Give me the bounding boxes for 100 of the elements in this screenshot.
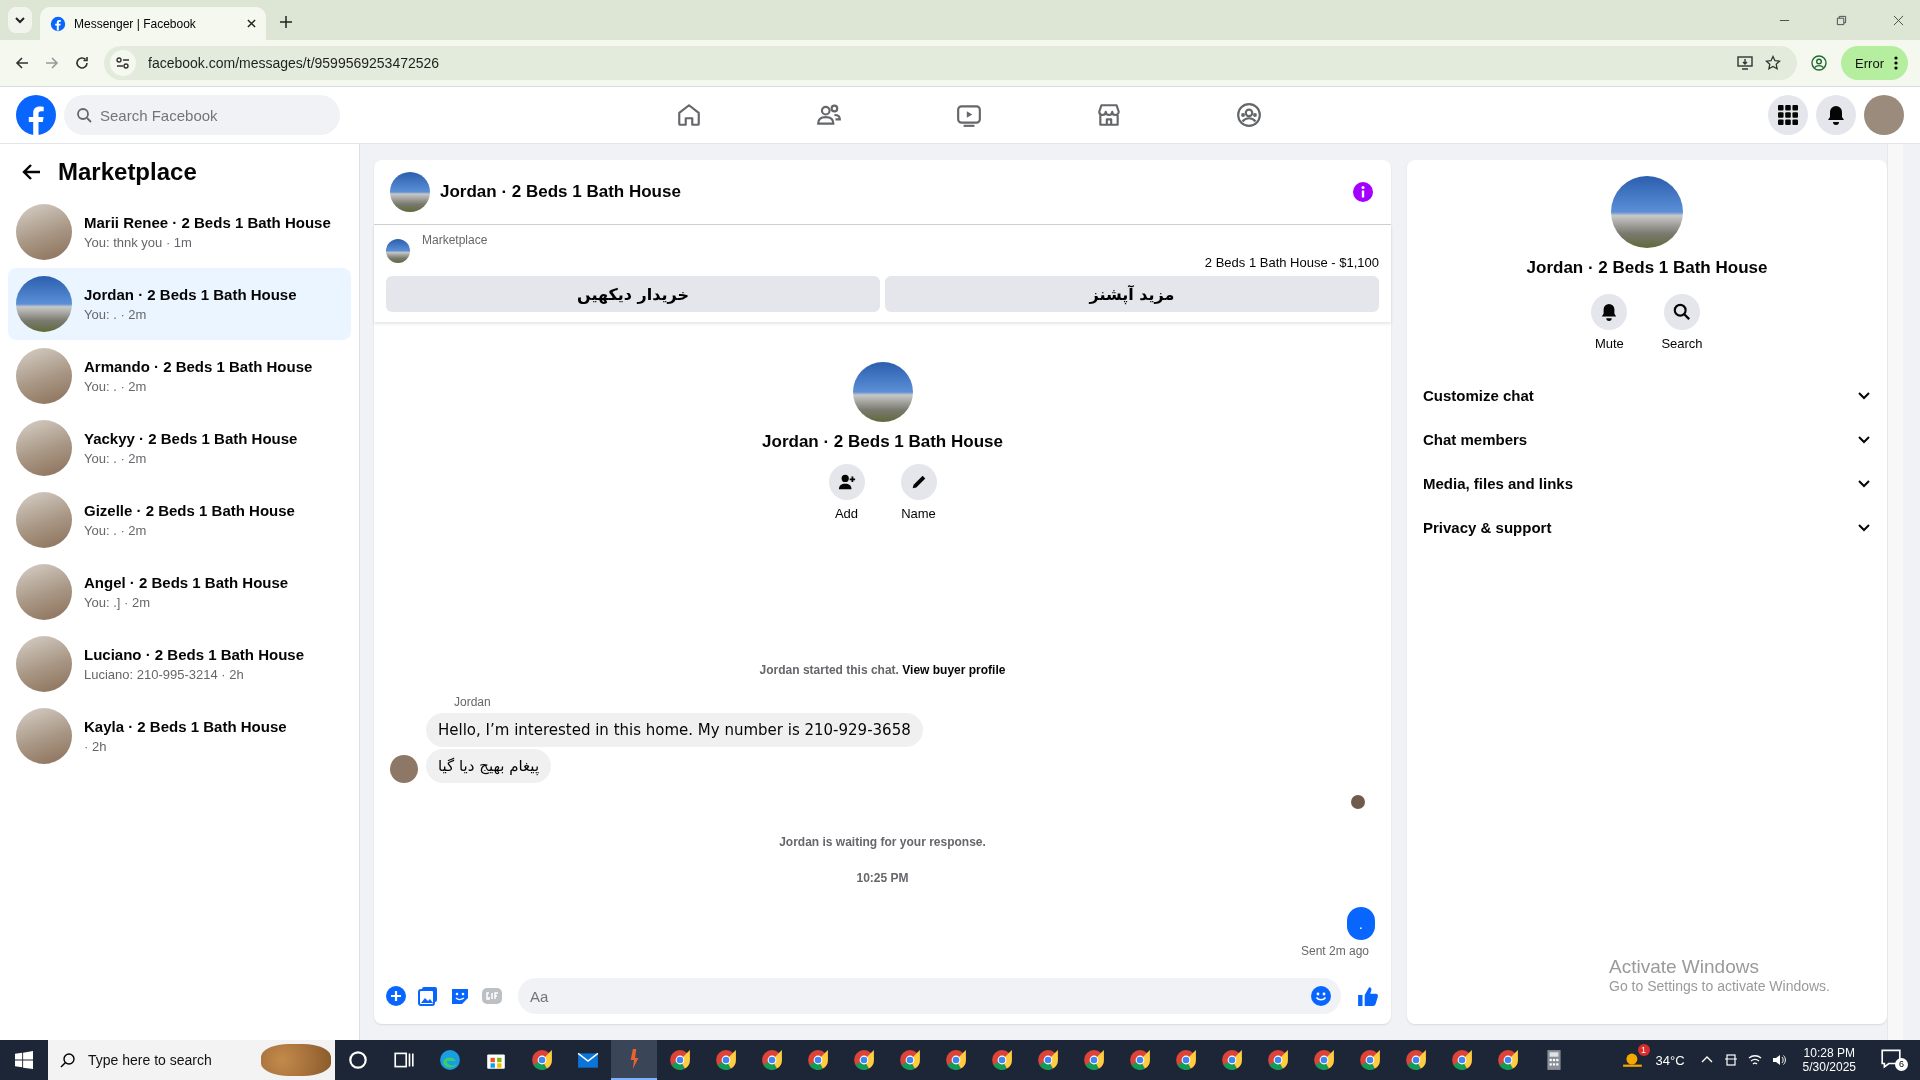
- friends-icon[interactable]: [816, 102, 842, 128]
- account-avatar[interactable]: [1864, 95, 1904, 135]
- edge-icon[interactable]: [439, 1049, 461, 1071]
- conversation-item[interactable]: Yackyy · 2 Beds 1 Bath House You: . · 2m: [8, 412, 351, 484]
- conversation-preview: You: . · 2m: [84, 379, 148, 394]
- mute-button[interactable]: [1591, 294, 1628, 330]
- chrome-icon[interactable]: [1037, 1049, 1059, 1071]
- conversation-preview: Luciano: 210-995-3214 · 2h: [84, 667, 245, 682]
- chrome-icon[interactable]: [761, 1049, 783, 1071]
- plus-icon[interactable]: [386, 986, 406, 1006]
- chrome-icon[interactable]: [807, 1049, 829, 1071]
- groups-icon[interactable]: [1236, 102, 1262, 128]
- photo-placeholder: [16, 276, 72, 332]
- chrome-icon[interactable]: [899, 1049, 921, 1071]
- thumbs-up-icon[interactable]: [1357, 985, 1379, 1007]
- sticker-icon[interactable]: [450, 986, 470, 1006]
- conversation-item[interactable]: Angel · 2 Beds 1 Bath House You: .] · 2m: [8, 556, 351, 628]
- chrome-icon[interactable]: [1451, 1049, 1473, 1071]
- conversation-name: Luciano · 2 Beds 1 Bath House: [84, 646, 305, 663]
- facebook-logo-icon[interactable]: [16, 95, 56, 135]
- chrome-icon[interactable]: [1267, 1049, 1289, 1071]
- conversation-item[interactable]: Marii Renee · 2 Beds 1 Bath House You: thnk you · 1m: [8, 196, 351, 268]
- profile-error-button[interactable]: Error: [1841, 46, 1908, 80]
- star-icon[interactable]: [1765, 55, 1782, 71]
- chrome-icon[interactable]: [1175, 1049, 1197, 1071]
- search-icon: [76, 107, 92, 123]
- edit-name-button[interactable]: [900, 464, 937, 500]
- volume-icon[interactable]: [1771, 1053, 1786, 1067]
- tab-list-button[interactable]: [8, 7, 32, 33]
- close-icon[interactable]: [1893, 14, 1904, 26]
- listing-label: Marketplace: [422, 233, 488, 247]
- photo-icon[interactable]: [418, 986, 438, 1006]
- delivery-status: Sent 2m ago: [1300, 944, 1369, 958]
- home-icon[interactable]: [676, 102, 702, 128]
- action-label: Add: [834, 506, 859, 521]
- info-icon[interactable]: [1353, 182, 1373, 202]
- site-settings-icon[interactable]: [110, 50, 136, 76]
- chrome-icon[interactable]: [715, 1049, 737, 1071]
- profile-icon[interactable]: [1811, 55, 1828, 71]
- listing-action-button[interactable]: خریدار دیکھیں: [386, 276, 880, 312]
- address-bar[interactable]: facebook.com/messages/t/9599569253472526: [104, 46, 1798, 80]
- notification-count: 6: [1895, 1058, 1908, 1071]
- action-label: Mute: [1594, 336, 1624, 351]
- chrome-icon[interactable]: [853, 1049, 875, 1071]
- chrome-icon[interactable]: [1221, 1049, 1243, 1071]
- chrome-icon[interactable]: [1359, 1049, 1381, 1071]
- conversation-preview: · 2h: [84, 739, 108, 754]
- scrollbar[interactable]: [1887, 144, 1903, 1040]
- message-field[interactable]: Aa: [518, 978, 1341, 1014]
- video-icon[interactable]: [956, 102, 982, 128]
- sender-name: Jordan: [454, 695, 492, 709]
- chrome-icon[interactable]: [991, 1049, 1013, 1071]
- conversation-item[interactable]: Armando · 2 Beds 1 Bath House You: . · 2m: [8, 340, 351, 412]
- settings-section[interactable]: Media, files and links: [1421, 461, 1873, 505]
- chrome-icon[interactable]: [945, 1049, 967, 1071]
- reload-icon[interactable]: [74, 55, 90, 71]
- close-icon[interactable]: [247, 19, 256, 28]
- back-icon[interactable]: [22, 162, 42, 182]
- conversation-item[interactable]: Kayla · 2 Beds 1 Bath House · 2h: [8, 700, 351, 772]
- conversation-item[interactable]: Jordan · 2 Beds 1 Bath House You: . · 2m: [8, 268, 351, 340]
- emoji-icon[interactable]: [1311, 986, 1331, 1006]
- add-person-button[interactable]: [828, 464, 865, 500]
- facebook-logo-icon: [50, 15, 66, 32]
- install-app-icon[interactable]: [1737, 55, 1754, 71]
- cortana-icon[interactable]: [347, 1049, 369, 1071]
- settings-section[interactable]: Chat members: [1421, 417, 1873, 461]
- conversation-item[interactable]: Gizelle · 2 Beds 1 Bath House You: . · 2m: [8, 484, 351, 556]
- back-icon[interactable]: [14, 55, 30, 71]
- chrome-icon[interactable]: [1313, 1049, 1335, 1071]
- wifi-icon[interactable]: [1747, 1053, 1762, 1067]
- device-icon[interactable]: [1723, 1053, 1738, 1067]
- search-button[interactable]: [1664, 294, 1700, 330]
- chrome-icon[interactable]: [1497, 1049, 1519, 1071]
- settings-section[interactable]: Privacy & support: [1421, 505, 1873, 549]
- search-field[interactable]: Search Facebook: [64, 95, 340, 135]
- menu-button[interactable]: [1768, 95, 1808, 135]
- marketplace-icon[interactable]: [1096, 102, 1122, 128]
- chrome-icon[interactable]: [669, 1049, 691, 1071]
- settings-section[interactable]: Customize chat: [1421, 373, 1873, 417]
- restore-icon[interactable]: [1836, 14, 1847, 26]
- notifications-button[interactable]: [1816, 95, 1856, 135]
- view-buyer-profile-link[interactable]: View buyer profile: [902, 663, 1006, 677]
- browser-tab[interactable]: Messenger | Facebook: [40, 7, 266, 40]
- message-bubble: پیغام بھیج دیا گیا: [426, 749, 552, 783]
- grid-icon: [1778, 105, 1798, 125]
- conversation-item[interactable]: Luciano · 2 Beds 1 Bath House Luciano: 210-995-3214 · 2h: [8, 628, 351, 700]
- clock-time: 10:28 PM: [1803, 1046, 1855, 1060]
- chat-notice: Jordan started this chat. View buyer profile: [759, 663, 1006, 677]
- listing-action-button[interactable]: مزید آپشنز: [885, 276, 1379, 312]
- conversation-preview: You: . · 2m: [84, 523, 148, 538]
- message-bubble: Hello, I’m interested in this home. My number is 210-929-3658: [426, 713, 923, 747]
- chrome-icon[interactable]: [1129, 1049, 1151, 1071]
- chrome-icon[interactable]: [1083, 1049, 1105, 1071]
- notification-icon[interactable]: [1880, 1047, 1902, 1069]
- chrome-icon[interactable]: [531, 1049, 553, 1071]
- photo-placeholder: [16, 420, 72, 476]
- forward-icon[interactable]: [44, 55, 60, 71]
- new-tab-icon[interactable]: [280, 16, 292, 28]
- conversation-name: Kayla · 2 Beds 1 Bath House: [84, 718, 287, 735]
- chrome-icon[interactable]: [1405, 1049, 1427, 1071]
